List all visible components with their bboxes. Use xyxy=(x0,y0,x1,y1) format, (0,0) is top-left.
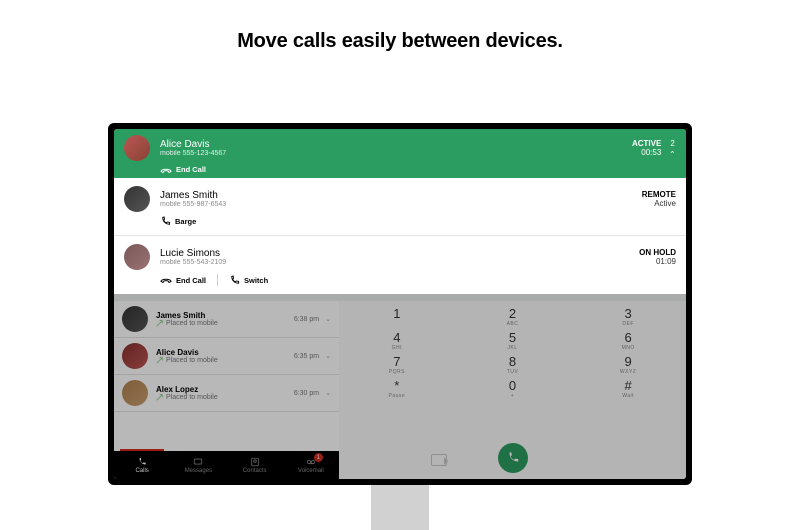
caller-number: mobile 555-543-2109 xyxy=(160,259,226,266)
active-calls-panel: Alice Davis mobile 555-123-4567 ACTIVE 0… xyxy=(114,129,686,294)
avatar xyxy=(124,244,150,270)
caller-name: Alice Davis xyxy=(160,139,226,150)
caller-number: mobile 555-123-4567 xyxy=(160,150,226,157)
hangup-icon xyxy=(160,276,172,284)
remote-call-row: James Smith mobile 555-987-6543 REMOTE A… xyxy=(114,178,686,236)
call-status: ON HOLD xyxy=(639,248,676,257)
end-call-button[interactable]: End Call xyxy=(160,276,206,285)
avatar xyxy=(124,186,150,212)
phone-icon xyxy=(160,216,171,227)
active-call-row: Alice Davis mobile 555-123-4567 ACTIVE 0… xyxy=(114,129,686,178)
page-tagline: Move calls easily between devices. xyxy=(0,30,800,53)
chevron-up-icon: ⌄ xyxy=(669,149,676,158)
call-count-toggle[interactable]: 2 ⌄ xyxy=(669,139,676,158)
hangup-icon xyxy=(160,166,172,174)
caller-number: mobile 555-987-6543 xyxy=(160,201,226,208)
call-status: REMOTE xyxy=(642,190,676,199)
caller-name: Lucie Simons xyxy=(160,248,226,259)
hold-call-row: Lucie Simons mobile 555-543-2109 ON HOLD… xyxy=(114,236,686,294)
screen: James Smith Placed to mobile 6:38 pm ⌄ xyxy=(114,129,686,479)
barge-button[interactable]: Barge xyxy=(160,216,196,227)
call-substatus: Active xyxy=(642,199,676,208)
call-timer: 01:09 xyxy=(639,257,676,266)
avatar xyxy=(124,135,150,161)
call-status: ACTIVE xyxy=(632,139,661,148)
monitor-stand xyxy=(371,485,429,530)
call-timer: 00:53 xyxy=(632,148,661,157)
monitor-frame: James Smith Placed to mobile 6:38 pm ⌄ xyxy=(108,123,692,485)
phone-icon xyxy=(229,275,240,286)
caller-name: James Smith xyxy=(160,190,226,201)
end-call-button[interactable]: End Call xyxy=(160,165,206,174)
switch-button[interactable]: Switch xyxy=(229,275,268,286)
action-divider xyxy=(217,274,218,286)
